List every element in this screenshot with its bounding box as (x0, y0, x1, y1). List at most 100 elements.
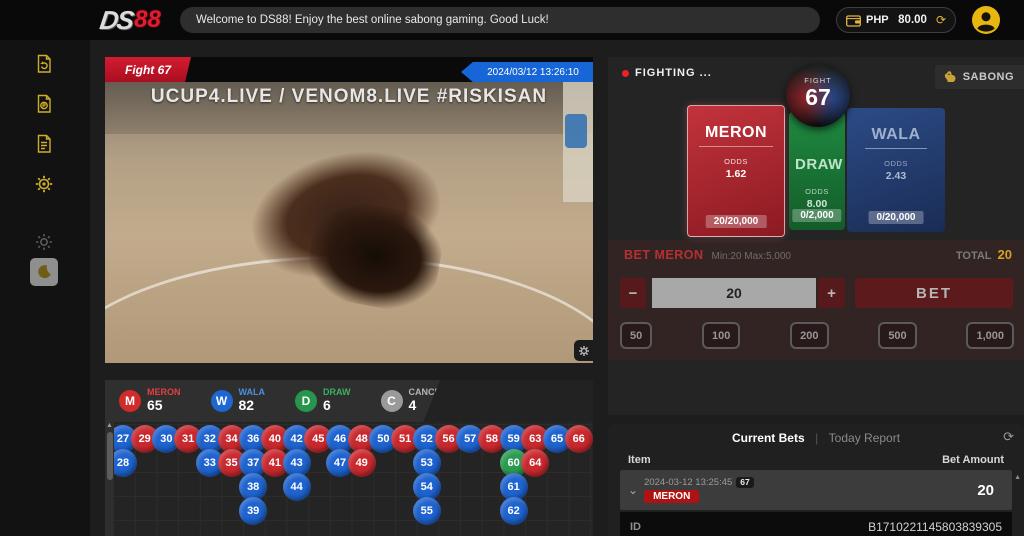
bet-side-label: BET MERON (624, 248, 704, 262)
moon-icon (34, 262, 54, 282)
result-ball: 62 (500, 497, 528, 525)
fight-circle-number: 67 (786, 85, 850, 110)
bets-column-headers: Item Bet Amount (628, 454, 1004, 466)
result-ball: 39 (239, 497, 267, 525)
video-barrel (565, 114, 587, 148)
bet-info-row: BET MERON Min:20 Max:5,000 TOTAL20 (624, 247, 1012, 263)
draw-pool: 0/2,000 (792, 209, 841, 222)
meron-odds-value: 1.62 (688, 168, 784, 180)
bet-id-value: B1710221145803839305 (868, 520, 1002, 534)
bets-refresh-icon[interactable]: ⟳ (1003, 429, 1014, 445)
chip-1000[interactable]: 1,000 (966, 322, 1014, 349)
fight-status: FIGHTING ... (622, 67, 712, 79)
results-panel: M MERON65 W WALA82 D DRAW6 C CANCEL4 ▲ 2… (105, 380, 593, 536)
wala-odds-label: ODDS (847, 159, 945, 168)
theme-light-toggle[interactable] (30, 228, 58, 256)
result-ball: 64 (521, 449, 549, 477)
video-timestamp-badge: 2024/03/12 13:26:10 (461, 62, 593, 82)
logo-88-text: 88 (134, 6, 161, 34)
scroll-up-icon[interactable]: ▲ (106, 422, 113, 429)
draw-title: DRAW (789, 156, 845, 177)
video-timestamp: 2024/03/12 13:26:10 (487, 67, 579, 78)
currency-label: PHP (866, 14, 889, 26)
fight-number-badge: FIGHT 67 (786, 63, 850, 127)
meron-count-icon: M (119, 390, 141, 412)
sidebar-item-settings[interactable] (30, 170, 58, 198)
ds88-logo[interactable]: DS 88 (100, 4, 161, 36)
cancel-count-icon: C (381, 390, 403, 412)
sun-icon (34, 232, 54, 252)
result-ball: 49 (348, 449, 376, 477)
fight-status-text: FIGHTING ... (635, 67, 712, 79)
meron-card[interactable]: MERON ODDS 1.62 20/20,000 (687, 105, 785, 237)
chip-500[interactable]: 500 (878, 322, 916, 349)
decrease-amount-button[interactable]: − (620, 278, 646, 308)
welcome-marquee: Welcome to DS88! Enjoy the best online s… (180, 7, 820, 33)
sidebar-item-bet-history[interactable] (30, 50, 58, 78)
wala-count-icon: W (211, 390, 233, 412)
bets-tabs: Current Bets | Today Report ⟳ (608, 429, 1024, 447)
gear-icon (33, 173, 55, 195)
wallet-icon (846, 14, 861, 27)
col-item: Item (628, 454, 651, 466)
bet-button[interactable]: BET (855, 278, 1013, 308)
draw-card[interactable]: DRAW ODDS 8.00 0/2,000 (789, 112, 845, 230)
results-grid: ▲ 27282930313233343536373839404142434445… (105, 422, 593, 536)
tab-today-report[interactable]: Today Report (829, 431, 900, 445)
meron-title: MERON (699, 124, 773, 147)
document-lines-icon (33, 133, 55, 155)
quick-chips-row: 50 100 200 500 1,000 (620, 322, 1014, 349)
bet-total: TOTAL20 (956, 247, 1012, 262)
meron-pool: 20/20,000 (706, 215, 767, 228)
grid-scrollbar[interactable]: ▲ (105, 422, 114, 536)
video-gear-icon (578, 345, 590, 357)
chip-200[interactable]: 200 (790, 322, 828, 349)
chip-100[interactable]: 100 (702, 322, 740, 349)
current-bets-panel: Current Bets | Today Report ⟳ Item Bet A… (608, 424, 1024, 536)
bets-scroll-up-icon[interactable]: ▲ (1014, 474, 1021, 481)
sabong-badge: SABONG (935, 65, 1024, 89)
bet-minmax: Min:20 Max:5,000 (712, 251, 792, 262)
results-summary-bar: M MERON65 W WALA82 D DRAW6 C CANCEL4 (105, 380, 440, 422)
welcome-text: Welcome to DS88! Enjoy the best online s… (196, 14, 549, 26)
live-dot-icon (622, 70, 629, 77)
video-quality-button[interactable] (574, 340, 593, 361)
sidebar-item-betting-record[interactable] (30, 130, 58, 158)
bet-row-fight-badge: 67 (736, 477, 753, 488)
chip-50[interactable]: 50 (620, 322, 652, 349)
wala-pool: 0/20,000 (869, 211, 924, 224)
bet-amount-input[interactable] (652, 278, 816, 308)
chevron-down-icon[interactable]: ⌄ (628, 483, 638, 497)
wala-card[interactable]: WALA ODDS 2.43 0/20,000 (847, 108, 945, 232)
betting-panel: FIGHTING ... SABONG MERON ODDS 1.62 20/2… (608, 57, 1024, 415)
bet-row[interactable]: ⌄ 2024-03-12 13:25:45 67 MERON 20 (620, 470, 1012, 510)
meron-odds-label: ODDS (688, 157, 784, 166)
logo-ds-text: DS (98, 5, 134, 36)
tab-separator: | (815, 431, 818, 445)
document-refresh-icon (33, 53, 55, 75)
bet-total-value: 20 (998, 247, 1012, 262)
legend-wala: W WALA82 (211, 388, 266, 413)
balance-refresh-icon[interactable]: ⟳ (936, 13, 946, 27)
fight-number-ribbon: Fight 67 (105, 57, 191, 82)
balance-pill[interactable]: PHP 80.00 ⟳ (836, 7, 956, 33)
video-stream[interactable]: UCUP4.LIVE / VENOM8.LIVE #RISKISAN (105, 82, 593, 363)
sidebar-item-money-report[interactable] (30, 90, 58, 118)
avatar[interactable] (972, 6, 1000, 34)
bet-row-side-badge: MERON (644, 490, 699, 503)
col-bet-amount: Bet Amount (942, 454, 1004, 466)
bet-row-amount: 20 (977, 482, 994, 499)
app-root: DS 88 Welcome to DS88! Enjoy the best on… (0, 0, 1024, 536)
bet-row-time: 2024-03-12 13:25:45 67 (644, 477, 754, 488)
grid-scroll-thumb[interactable] (107, 432, 113, 480)
legend-cancel: C CANCEL4 (381, 388, 447, 413)
bet-id-row: ID B1710221145803839305 (620, 512, 1012, 536)
tab-current-bets[interactable]: Current Bets (732, 431, 805, 445)
user-icon (972, 6, 1000, 34)
left-sidebar (0, 40, 90, 536)
theme-dark-toggle[interactable] (30, 258, 58, 286)
top-bar: DS 88 Welcome to DS88! Enjoy the best on… (0, 0, 1024, 40)
increase-amount-button[interactable]: + (818, 278, 845, 308)
result-ball: 55 (413, 497, 441, 525)
draw-count-icon: D (295, 390, 317, 412)
